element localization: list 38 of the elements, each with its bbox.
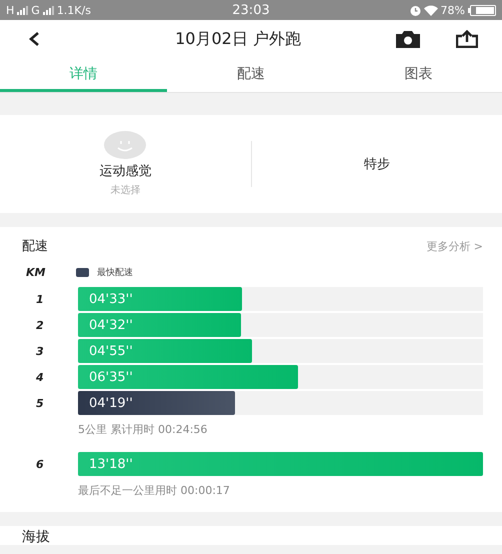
- km-number: 6: [35, 458, 45, 470]
- back-icon[interactable]: [28, 31, 40, 47]
- km-number: 5: [35, 396, 45, 410]
- shoe-label: 特步: [364, 156, 390, 173]
- signal-icon: [17, 6, 28, 14]
- pace-time: 04'55'': [89, 344, 133, 358]
- smiley-icon: [104, 131, 146, 159]
- pace-time: 04'33'': [89, 292, 133, 306]
- legend-swatch: [76, 268, 89, 276]
- pace-time: 04'19'': [89, 396, 133, 410]
- split-summary: 最后不足一公里用时 00:00:17: [78, 483, 231, 498]
- network-type: H: [6, 4, 14, 16]
- pace-time: 13'18'': [89, 456, 133, 472]
- battery-icon: [468, 4, 496, 16]
- camera-icon[interactable]: [396, 30, 420, 48]
- tab[interactable]: 配速: [167, 58, 335, 92]
- section-title: 配速: [22, 238, 48, 255]
- pace-time: 06'35'': [89, 370, 133, 384]
- km-number: 4: [35, 370, 45, 384]
- split-summary: 5公里 累计用时 00:24:56: [78, 422, 208, 437]
- network-speed: 1.1K/s: [56, 4, 91, 16]
- share-icon[interactable]: [456, 30, 478, 48]
- battery-percent: 78%: [440, 4, 465, 16]
- pace-time: 04'32'': [89, 318, 133, 332]
- tab[interactable]: 图表: [334, 58, 502, 92]
- alarm-icon: [410, 4, 421, 16]
- km-number: 3: [35, 344, 45, 358]
- wifi-icon: [424, 4, 438, 16]
- km-number: 2: [35, 318, 45, 332]
- page-title: 10月02日 户外跑: [174, 28, 302, 50]
- legend-label: 最快配速: [97, 266, 133, 278]
- signal-icon: [42, 6, 54, 14]
- section-title: 海拔: [22, 529, 50, 545]
- clock: 23:03: [232, 2, 270, 18]
- km-number: 1: [35, 292, 45, 306]
- unit-label: KM: [25, 266, 46, 278]
- network-type: G: [31, 4, 40, 16]
- feeling-selector[interactable]: 运动感觉 未选择: [99, 131, 152, 197]
